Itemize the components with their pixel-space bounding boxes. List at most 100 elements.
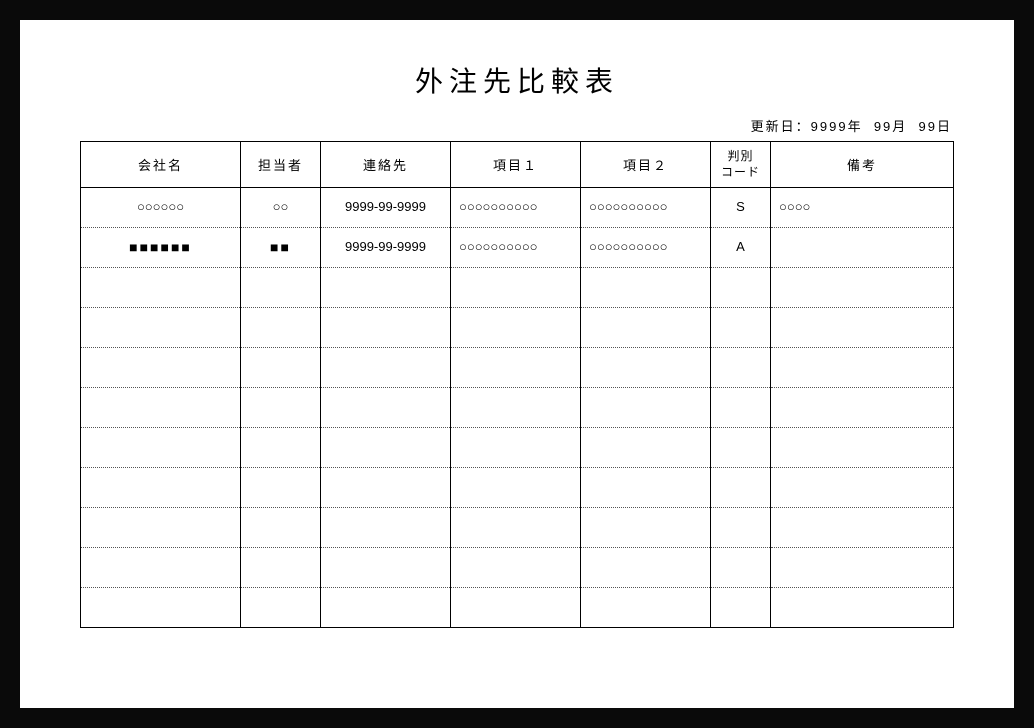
cell-contact [321,508,451,548]
header-note: 備考 [771,142,954,188]
cell-code [711,428,771,468]
cell-company [81,388,241,428]
cell-note [771,548,954,588]
cell-company: ○○○○○○ [81,188,241,228]
header-contact: 連絡先 [321,142,451,188]
cell-note [771,588,954,628]
cell-note [771,268,954,308]
cell-item1 [451,428,581,468]
cell-company [81,348,241,388]
cell-company [81,428,241,468]
cell-item2 [581,348,711,388]
update-day: 99日 [919,119,952,134]
cell-person [241,588,321,628]
header-company: 会社名 [81,142,241,188]
cell-contact [321,268,451,308]
cell-contact [321,428,451,468]
cell-note [771,348,954,388]
cell-item2 [581,468,711,508]
cell-person [241,388,321,428]
table-row [81,388,954,428]
cell-item2 [581,388,711,428]
cell-item1 [451,468,581,508]
cell-code [711,548,771,588]
update-date: 更新日：9999年 99月 99日 [80,116,954,135]
table-row [81,308,954,348]
cell-code [711,308,771,348]
cell-code [711,388,771,428]
cell-note: ○○○○ [771,188,954,228]
cell-code [711,588,771,628]
cell-company [81,508,241,548]
cell-item1: ○○○○○○○○○○ [451,188,581,228]
header-code: 判別コード [711,142,771,188]
cell-item2 [581,548,711,588]
header-item1: 項目１ [451,142,581,188]
cell-code [711,468,771,508]
update-month: 99月 [874,119,907,134]
table-row [81,548,954,588]
cell-company [81,588,241,628]
cell-note [771,508,954,548]
cell-item2 [581,308,711,348]
cell-code [711,268,771,308]
cell-person: ○○ [241,188,321,228]
cell-contact [321,348,451,388]
cell-item1 [451,388,581,428]
cell-contact: 9999-99-9999 [321,188,451,228]
cell-note [771,428,954,468]
table-row [81,348,954,388]
cell-note [771,228,954,268]
cell-person [241,308,321,348]
cell-company: ■■■■■■ [81,228,241,268]
update-year: 9999年 [811,119,863,134]
cell-person [241,508,321,548]
table-body: ○○○○○○ ○○ 9999-99-9999 ○○○○○○○○○○ ○○○○○○… [81,188,954,628]
cell-item1 [451,268,581,308]
document-page: 外注先比較表 更新日：9999年 99月 99日 会社名 担当者 連絡先 項目１… [20,20,1014,708]
cell-company [81,468,241,508]
table-row: ■■■■■■ ■■ 9999-99-9999 ○○○○○○○○○○ ○○○○○○… [81,228,954,268]
cell-item1 [451,308,581,348]
cell-item1 [451,508,581,548]
table-row [81,468,954,508]
table-row [81,268,954,308]
cell-item2 [581,268,711,308]
cell-company [81,548,241,588]
table-header-row: 会社名 担当者 連絡先 項目１ 項目２ 判別コード 備考 [81,142,954,188]
cell-contact: 9999-99-9999 [321,228,451,268]
document-title: 外注先比較表 [80,60,954,100]
cell-person [241,428,321,468]
cell-item2: ○○○○○○○○○○ [581,228,711,268]
cell-contact [321,548,451,588]
cell-contact [321,308,451,348]
cell-item2 [581,508,711,548]
cell-person [241,268,321,308]
cell-contact [321,588,451,628]
cell-item1 [451,588,581,628]
cell-contact [321,468,451,508]
table-row [81,588,954,628]
cell-item1 [451,548,581,588]
cell-person [241,548,321,588]
cell-item2 [581,588,711,628]
cell-item2: ○○○○○○○○○○ [581,188,711,228]
update-label: 更新日： [751,119,811,134]
header-item2: 項目２ [581,142,711,188]
table-row: ○○○○○○ ○○ 9999-99-9999 ○○○○○○○○○○ ○○○○○○… [81,188,954,228]
cell-code [711,348,771,388]
cell-note [771,388,954,428]
cell-person [241,348,321,388]
cell-company [81,268,241,308]
cell-item2 [581,428,711,468]
cell-item1: ○○○○○○○○○○ [451,228,581,268]
cell-contact [321,388,451,428]
table-row [81,428,954,468]
comparison-table: 会社名 担当者 連絡先 項目１ 項目２ 判別コード 備考 ○○○○○○ ○○ 9… [80,141,954,628]
cell-note [771,308,954,348]
cell-person [241,468,321,508]
table-row [81,508,954,548]
cell-person: ■■ [241,228,321,268]
cell-code: A [711,228,771,268]
header-person: 担当者 [241,142,321,188]
